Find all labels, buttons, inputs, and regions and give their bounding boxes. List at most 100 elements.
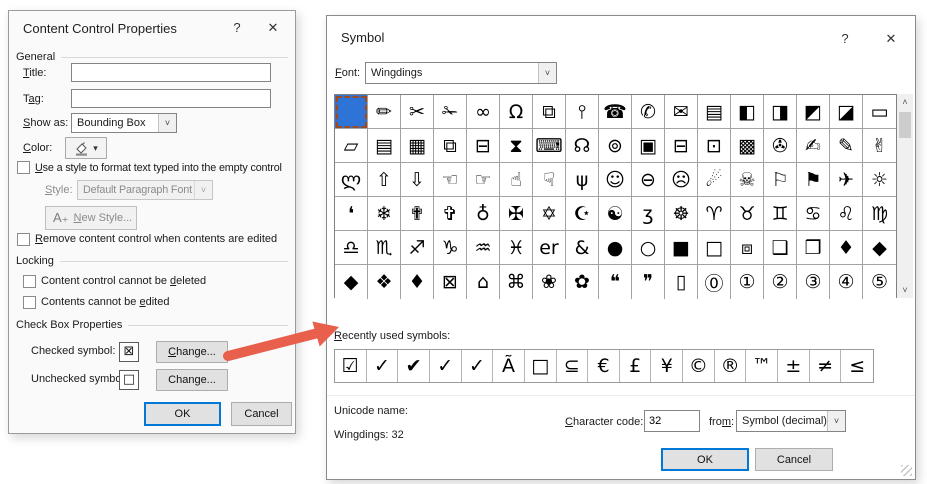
scrollbar-thumb[interactable] [899, 112, 911, 138]
use-style-checkbox[interactable] [17, 161, 30, 174]
symbol-cell-yin-yang[interactable]: ☯ [599, 197, 632, 231]
symbol-cell-open-hand[interactable]: ψ [566, 163, 599, 197]
symbol-cell-pointing-left[interactable]: ☜ [434, 163, 467, 197]
symbol-cell-circled-4[interactable]: ④ [830, 265, 863, 299]
recent-symbol-check-mark[interactable]: ✓ [367, 350, 399, 382]
cancel-button[interactable]: Cancel [755, 448, 833, 471]
symbol-cell-pencil[interactable]: ✏ [368, 95, 401, 129]
symbol-cell-computer[interactable]: ▣ [632, 129, 665, 163]
symbol-cell-circled-1[interactable]: ① [731, 265, 764, 299]
symbol-cell-circled-2[interactable]: ② [764, 265, 797, 299]
close-icon[interactable]: ✕ [259, 11, 287, 45]
symbol-cell-folder-open[interactable]: ▱ [335, 129, 368, 163]
symbol-cell-white-flower[interactable]: ❀ [533, 265, 566, 299]
recent-symbol-outlined-check[interactable]: ✓ [462, 350, 494, 382]
color-picker-button[interactable]: ▾ [65, 137, 107, 159]
recent-symbol-yen-sign[interactable]: ¥ [651, 350, 683, 382]
symbol-cell-mailbox-flag-up[interactable]: ◨ [764, 95, 797, 129]
symbol-cell-airplane[interactable]: ✈ [830, 163, 863, 197]
symbol-cell-open-book[interactable]: ⧉ [533, 95, 566, 129]
symbol-cell-writing-hand[interactable]: ✍ [797, 129, 830, 163]
symbol-cell-black-square[interactable]: ■ [665, 231, 698, 265]
symbol-cell-pointing-down[interactable]: ☟ [533, 163, 566, 197]
symbol-cell-waving-flag[interactable]: ⚑ [797, 163, 830, 197]
symbol-cell-hard-disk[interactable]: ⊟ [665, 129, 698, 163]
symbol-cell-small-black-diamond[interactable]: ♦ [401, 265, 434, 299]
remove-control-checkbox[interactable] [17, 233, 30, 246]
recent-symbol-less-than-or-equal[interactable]: ≤ [841, 350, 873, 382]
symbol-cell-hourglass[interactable]: ⧗ [500, 129, 533, 163]
symbol-cell-command-key[interactable]: ⌘ [500, 265, 533, 299]
symbol-cell-droplet[interactable]: ❛ [335, 197, 368, 231]
symbol-cell-thumbs-down[interactable]: ⇩ [401, 163, 434, 197]
recent-symbol-plus-minus[interactable]: ± [778, 350, 810, 382]
symbol-cell-aquarius[interactable]: ♒ [467, 231, 500, 265]
symbol-cell-circled-3[interactable]: ③ [797, 265, 830, 299]
symbol-cell-aries[interactable]: ♈ [698, 197, 731, 231]
symbol-cell-white-cross[interactable]: ✟ [401, 197, 434, 231]
scroll-up-icon[interactable]: ˄ [897, 94, 913, 110]
from-combobox[interactable]: Symbol (decimal) ˅ [736, 410, 846, 432]
recent-symbol-trademark-sign[interactable]: ™ [746, 350, 778, 382]
symbol-cell-black-flower[interactable]: ✿ [566, 265, 599, 299]
symbol-cell-star-of-david[interactable]: ✡ [533, 197, 566, 231]
symbol-cell-smiley-face[interactable]: ☺ [599, 163, 632, 197]
symbol-cell-trackball[interactable]: ⊚ [599, 129, 632, 163]
recent-symbol-bold-white-square[interactable]: □ [525, 350, 557, 382]
symbol-cell-selected-blank[interactable] [335, 95, 368, 129]
symbol-cell-keyboard[interactable]: ⌨ [533, 129, 566, 163]
symbol-cell-bold-square[interactable]: ⧈ [731, 231, 764, 265]
symbol-cell-envelope[interactable]: ✉ [665, 95, 698, 129]
symbol-cell-candle[interactable]: ⫯ [566, 95, 599, 129]
symbol-cell-mailbox-flag-down[interactable]: ◧ [731, 95, 764, 129]
symbol-cell-neutral-face[interactable]: ⊖ [632, 163, 665, 197]
recent-symbol-checked-box[interactable]: ☑ [335, 350, 367, 382]
scroll-down-icon[interactable]: ˅ [897, 282, 913, 298]
symbol-cell-frowning-face[interactable]: ☹ [665, 163, 698, 197]
symbol-cell-mailbox-open-flag-up[interactable]: ◩ [797, 95, 830, 129]
cannot-delete-checkbox[interactable] [23, 275, 36, 288]
recent-symbol-light-check[interactable]: ✓ [430, 350, 462, 382]
symbol-cell-flag[interactable]: ⚐ [764, 163, 797, 197]
style-combobox[interactable]: Default Paragraph Font ˅ [77, 180, 213, 200]
symbol-cell-sagittarius[interactable]: ♐ [401, 231, 434, 265]
symbol-cell-boxed-caret[interactable]: ⌂ [467, 265, 500, 299]
symbol-cell-telephone-receiver[interactable]: ✆ [632, 95, 665, 129]
symbol-cell-floppy-disk-white[interactable]: ⊡ [698, 129, 731, 163]
symbol-cell-maltese-cross[interactable]: ✠ [500, 197, 533, 231]
recent-symbol-pound-sign[interactable]: £ [620, 350, 652, 382]
symbol-cell-circled-0[interactable]: ⓪ [698, 265, 731, 299]
symbol-cell-scorpio[interactable]: ♏ [368, 231, 401, 265]
character-code-input[interactable] [644, 410, 700, 432]
symbol-dialog-titlebar[interactable]: Symbol ? ✕ [327, 16, 915, 52]
recent-symbol-heavy-check[interactable]: ✔ [398, 350, 430, 382]
symbol-cell-computer-mouse[interactable]: ☊ [566, 129, 599, 163]
symbol-cell-floppy-disk-black[interactable]: ▩ [731, 129, 764, 163]
symbol-cell-dharma-wheel[interactable]: ☸ [665, 197, 698, 231]
symbol-cell-scissors[interactable]: ✂ [401, 95, 434, 129]
ok-button[interactable]: OK [144, 402, 221, 426]
help-icon[interactable]: ? [223, 11, 251, 45]
symbol-cell-victory-hand[interactable]: ✌ [863, 129, 896, 163]
symbol-cell-celtic-cross[interactable]: ♁ [467, 197, 500, 231]
symbol-cell-eyeglasses[interactable]: ∞ [467, 95, 500, 129]
symbol-cell-vertical-rectangle[interactable]: ▯ [665, 265, 698, 299]
symbol-cell-leo[interactable]: ♌ [830, 197, 863, 231]
symbol-cell-boxed-x[interactable]: ⊠ [434, 265, 467, 299]
symbol-cell-gemini[interactable]: ♊ [764, 197, 797, 231]
symbol-cell-taurus[interactable]: ♉ [731, 197, 764, 231]
recent-symbol-registered-sign[interactable]: ® [715, 350, 747, 382]
symbol-cell-snowflake[interactable]: ❄ [368, 197, 401, 231]
symbol-cell-white-circle[interactable]: ○ [632, 231, 665, 265]
symbol-cell-large-diamond[interactable]: ◆ [335, 265, 368, 299]
symbol-cell-left-double-quote[interactable]: ❝ [599, 265, 632, 299]
recent-symbol-copyright-sign[interactable]: © [683, 350, 715, 382]
symbol-cell-document-text[interactable]: ▦ [401, 129, 434, 163]
symbol-cell-circled-5[interactable]: ⑤ [863, 265, 896, 299]
chevron-down-icon[interactable]: ˅ [158, 114, 176, 132]
symbol-cell-file-cabinet[interactable]: ⊟ [467, 129, 500, 163]
symbol-cell-bomb[interactable]: ☄ [698, 163, 731, 197]
symbol-cell-virgo[interactable]: ♍ [863, 197, 896, 231]
symbol-cell-sun[interactable]: ☼ [863, 163, 896, 197]
new-style-button[interactable]: A₊ New Style... [45, 206, 137, 230]
